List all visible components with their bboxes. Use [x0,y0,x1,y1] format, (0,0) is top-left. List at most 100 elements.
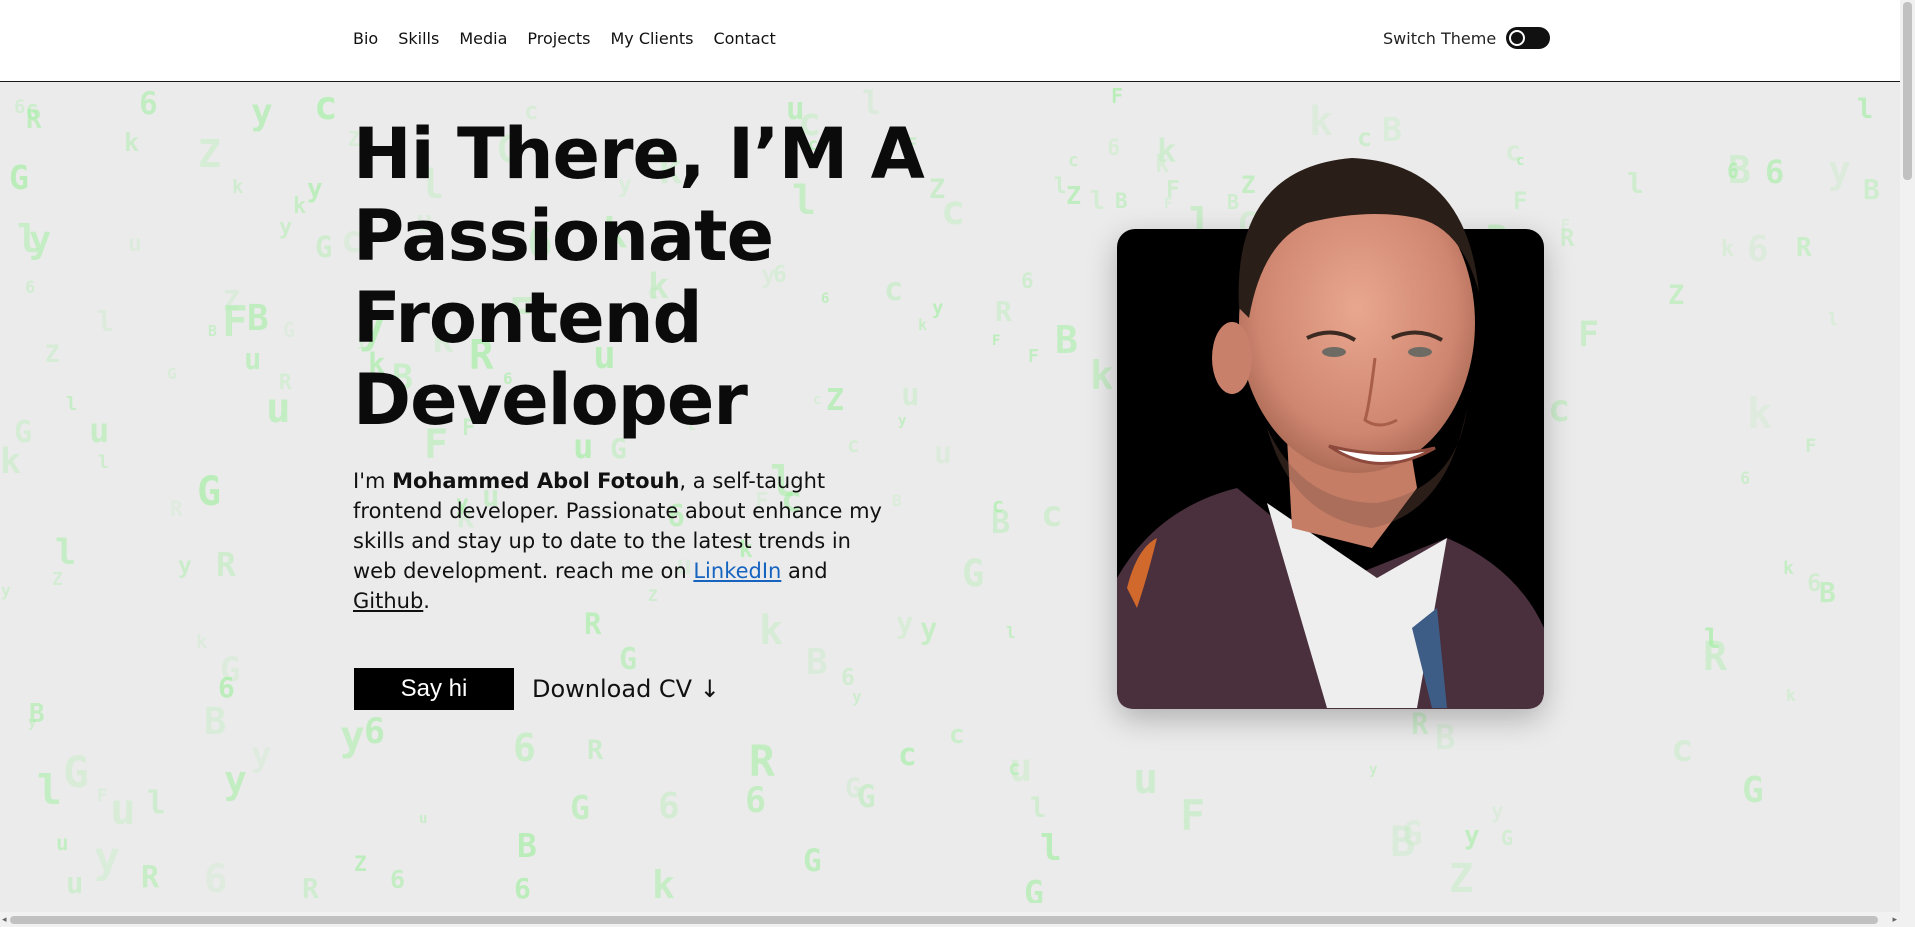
theme-switcher: Switch Theme [1383,27,1551,49]
intro-and: and [781,559,828,583]
matrix-glyph: y [896,606,914,640]
headline-line: Frontend [353,277,703,359]
matrix-glyph: F [97,786,108,806]
nav-skills[interactable]: Skills [398,29,439,49]
matrix-glyph: y [1491,799,1504,823]
linkedin-link[interactable]: LinkedIn [693,559,781,583]
matrix-glyph: B [247,298,269,339]
matrix-glyph: c [1068,150,1079,171]
matrix-glyph: R [995,295,1012,328]
main-nav: Bio Skills Media Projects My Clients Con… [353,29,796,49]
matrix-glyph: B [29,699,45,729]
matrix-glyph: R [26,105,42,135]
matrix-glyph: k [1090,354,1114,399]
matrix-glyph: y [1828,148,1851,192]
matrix-glyph: R [302,872,319,903]
matrix-glyph: c [949,720,965,750]
horizontal-scrollbar[interactable]: ◂ ▸ [0,912,1900,927]
matrix-glyph: F [1111,84,1124,108]
matrix-glyph: l [1030,793,1047,824]
matrix-glyph: u [89,411,110,451]
matrix-glyph: k [293,194,307,219]
matrix-glyph: B [1819,576,1836,609]
matrix-glyph: u [419,811,428,827]
scroll-left-arrow-icon[interactable]: ◂ [2,915,7,925]
vertical-scrollbar[interactable] [1900,0,1915,927]
matrix-glyph: R [141,860,160,895]
matrix-glyph: y [94,833,120,883]
matrix-glyph: c [898,737,917,773]
matrix-glyph: c [314,84,338,129]
hero-headline: Hi There, I’M A Passionate Frontend Deve… [353,113,973,441]
matrix-glyph: R [170,497,183,521]
matrix-glyph: c [1548,387,1571,430]
matrix-glyph: l [1090,186,1106,215]
matrix-glyph: Z [354,852,367,876]
nav-media[interactable]: Media [459,29,507,49]
horizontal-scroll-thumb[interactable] [10,916,1878,924]
matrix-glyph: 6 [514,872,531,903]
matrix-glyph: u [66,866,84,900]
matrix-glyph: l [37,766,62,814]
matrix-glyph: F [992,333,1001,349]
matrix-glyph: y [1,581,11,600]
matrix-glyph: Z [52,569,63,590]
matrix-glyph: G [63,748,89,798]
matrix-glyph: l [1828,310,1839,330]
matrix-glyph: R [1703,634,1728,680]
matrix-glyph: B [1055,318,1078,362]
matrix-glyph: y [920,612,938,646]
vertical-scroll-thumb[interactable] [1903,2,1912,180]
matrix-glyph: 6 [390,865,406,894]
matrix-glyph: F [1028,346,1039,367]
download-cv-link[interactable]: Download CV ↓ [532,673,720,705]
nav-projects[interactable]: Projects [527,29,590,49]
theme-toggle[interactable] [1506,27,1551,49]
matrix-glyph: y [251,735,272,775]
matrix-glyph: u [56,831,69,855]
matrix-glyph: G [962,552,985,595]
matrix-glyph: k [1721,237,1735,262]
nav-bio[interactable]: Bio [353,29,378,49]
theme-switch-label: Switch Theme [1383,28,1497,48]
github-link[interactable]: Github [353,589,423,613]
matrix-glyph: l [1040,828,1062,869]
matrix-glyph: G [1402,814,1423,854]
matrix-glyph: F [1578,315,1600,355]
author-name: Mohammed Abol Fotouh [392,469,680,493]
matrix-glyph: k [124,128,140,157]
matrix-glyph: k [652,863,675,903]
matrix-glyph: Z [1066,181,1082,210]
matrix-glyph: B [1435,718,1456,758]
matrix-glyph: G [9,158,29,197]
matrix-glyph: l [55,533,77,573]
nav-my-clients[interactable]: My Clients [610,29,693,49]
matrix-glyph: B [517,826,537,865]
matrix-glyph: l [98,452,109,473]
matrix-glyph: k [232,176,244,198]
matrix-glyph: u [1133,754,1159,803]
matrix-glyph: F [222,297,248,347]
matrix-glyph: y [1369,762,1378,778]
matrix-glyph: k [1747,389,1773,438]
matrix-glyph: y [307,174,323,204]
matrix-glyph: l [1006,623,1016,642]
matrix-glyph: R [216,545,236,584]
matrix-glyph: k [196,631,208,653]
matrix-glyph: G [167,364,177,383]
matrix-glyph: B [806,642,828,683]
nav-contact[interactable]: Contact [713,29,775,49]
matrix-glyph: Z [198,132,221,176]
matrix-glyph: 6 [513,726,536,770]
say-hi-button[interactable]: Say hi [354,668,514,710]
matrix-glyph: B [204,700,227,743]
matrix-glyph: u [934,436,953,471]
matrix-glyph: G [570,788,590,827]
scroll-right-arrow-icon[interactable]: ▸ [1892,915,1897,925]
matrix-glyph: R [587,735,604,766]
matrix-glyph: l [97,305,114,338]
matrix-glyph: c [1008,756,1021,780]
matrix-glyph: 6 [204,857,228,902]
headline-line: Passionate [353,195,774,277]
matrix-glyph: c [992,493,1005,517]
